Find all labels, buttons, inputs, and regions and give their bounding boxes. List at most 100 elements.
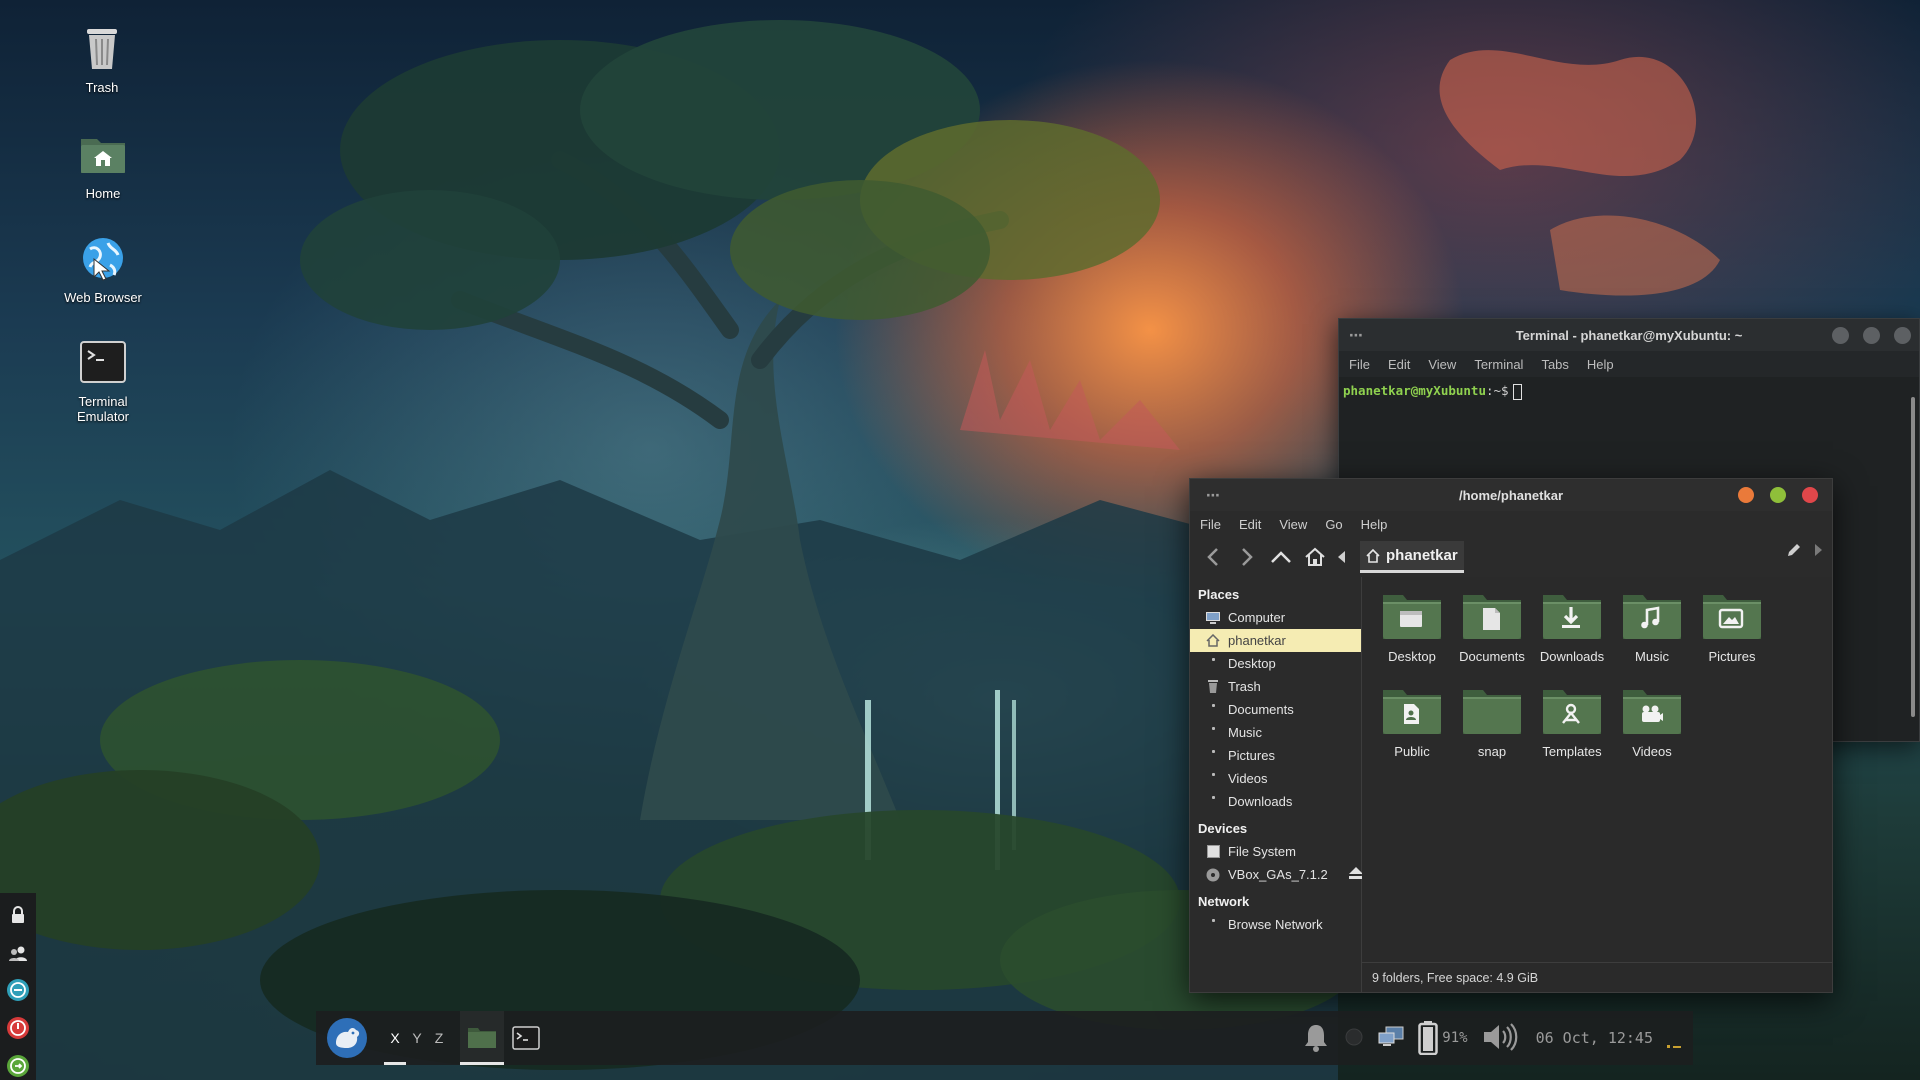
taskbar-panel: X Y Z 91% 06 Oct, 12:45 [316,1011,1693,1065]
lock-screen-button[interactable] [5,901,31,929]
menu-view[interactable]: View [1279,517,1307,532]
maximize-button[interactable] [1770,487,1786,503]
terminal-titlebar[interactable]: ⋯ Terminal - phanetkar@myXubuntu: ~ [1339,319,1919,351]
close-button[interactable] [1802,487,1818,503]
whisker-menu-button[interactable] [324,1015,370,1061]
desktop-icon-terminal[interactable]: Terminal Emulator [48,336,158,424]
menu-view[interactable]: View [1428,357,1456,372]
network-status-button[interactable] [1378,1026,1404,1051]
terminal-output[interactable]: phanetkar@myXubuntu:~$ [1339,377,1919,406]
folder-item-downloads[interactable]: Downloads [1532,591,1612,664]
menu-file[interactable]: File [1349,357,1370,372]
desktop-icon-trash[interactable]: Trash [47,22,157,95]
folder-item-pictures[interactable]: Pictures [1692,591,1772,664]
path-scroll-left-button[interactable] [1334,542,1350,572]
folder-icon [1623,595,1681,639]
sidebar-item-desktop[interactable]: Desktop [1190,652,1361,675]
terminal-prompt-suffix: :~$ [1486,383,1509,398]
sidebar-item-downloads[interactable]: Downloads [1190,790,1361,813]
folder-icon [1211,658,1215,661]
terminal-title: Terminal - phanetkar@myXubuntu: ~ [1515,327,1743,343]
terminal-scrollbar[interactable] [1909,383,1917,735]
folder-label: snap [1477,744,1507,759]
clock[interactable]: 06 Oct, 12:45 [1536,1029,1653,1047]
window-menu-icon[interactable]: ⋯ [1206,487,1220,504]
folder-item-videos[interactable]: Videos [1612,686,1692,759]
file-view[interactable]: Desktop Documents Downloads Music Pictures Pu… [1362,577,1832,992]
parent-folder-button[interactable] [1266,542,1296,572]
menu-terminal[interactable]: Terminal [1474,357,1523,372]
home-button[interactable] [1300,542,1330,572]
menu-edit[interactable]: Edit [1388,357,1410,372]
terminal-icon [512,1026,540,1050]
home-icon [1305,547,1325,566]
file-manager-window[interactable]: ⋯ /home/phanetkar File Edit View Go Help [1189,478,1833,993]
sidebar-item-label: Computer [1228,610,1286,625]
menu-file[interactable]: File [1200,517,1221,532]
sidebar-item-music[interactable]: Music [1190,721,1361,744]
workspace-3[interactable]: Z [428,1011,450,1065]
close-button[interactable] [1894,327,1911,344]
sidebar-item-videos[interactable]: Videos [1190,767,1361,790]
folder-icon [1211,750,1215,753]
folder-item-public[interactable]: Public [1372,686,1452,759]
path-button-home[interactable]: phanetkar [1360,541,1464,573]
status-indicator-icon[interactable] [1344,1027,1364,1050]
folder-icon [1383,690,1441,734]
menu-tabs[interactable]: Tabs [1541,357,1568,372]
logout-button[interactable] [5,1052,31,1080]
status-bar: 9 folders, Free space: 4.9 GiB [1362,962,1832,992]
menu-go[interactable]: Go [1325,517,1342,532]
optical-disc-icon [1206,868,1220,882]
desktop-icon-home[interactable]: Home [48,128,158,201]
terminal-prompt: phanetkar@myXubuntu [1343,383,1486,398]
volume-button[interactable] [1482,1022,1522,1055]
notifications-button[interactable] [1302,1022,1330,1055]
suspend-button[interactable] [5,977,31,1005]
taskbar-file-manager[interactable] [460,1011,504,1065]
menu-help[interactable]: Help [1361,517,1388,532]
folder-item-documents[interactable]: Documents [1452,591,1532,664]
edit-location-button[interactable] [1786,542,1802,561]
sidebar-item-documents[interactable]: Documents [1190,698,1361,721]
file-manager-sidebar: Places Computer phanetkar Desktop Trash … [1190,577,1363,992]
minimize-button[interactable] [1832,327,1849,344]
terminal-icon [77,336,129,388]
sidebar-item-trash[interactable]: Trash [1190,675,1361,698]
folder-item-desktop[interactable]: Desktop [1372,591,1452,664]
taskbar-terminal[interactable] [504,1011,548,1065]
file-manager-titlebar[interactable]: ⋯ /home/phanetkar [1190,479,1832,511]
maximize-button[interactable] [1863,327,1880,344]
sidebar-item-vbox-gas[interactable]: VBox_GAs_7.1.2 [1190,863,1363,886]
folder-icon [1383,595,1441,639]
forward-button[interactable] [1232,542,1262,572]
sidebar-item-browse-network[interactable]: Browse Network [1190,913,1361,936]
folder-item-snap[interactable]: snap [1452,686,1532,759]
desktop-icon-label: Trash [85,80,119,95]
file-manager-toolbar: phanetkar [1190,537,1832,577]
switch-user-button[interactable] [5,939,31,967]
workspace-2[interactable]: Y [406,1011,428,1065]
sidebar-item-computer[interactable]: Computer [1190,606,1361,629]
desktop-icon-label: Terminal Emulator [76,394,130,424]
sidebar-item-pictures[interactable]: Pictures [1190,744,1361,767]
folder-item-templates[interactable]: Templates [1532,686,1612,759]
pencil-icon [1788,544,1800,556]
path-scroll-right-button[interactable] [1814,544,1822,559]
window-menu-icon[interactable]: ⋯ [1349,327,1363,344]
caret-left-icon [1338,551,1345,563]
workspace-1[interactable]: X [384,1011,406,1065]
desktop-icon-web-browser[interactable]: Web Browser [48,232,158,305]
eject-icon[interactable] [1349,867,1363,882]
shutdown-button[interactable] [5,1014,31,1042]
folder-item-music[interactable]: Music [1612,591,1692,664]
battery-button[interactable]: 91% [1418,1021,1468,1055]
minimize-button[interactable] [1738,487,1754,503]
sidebar-item-home[interactable]: phanetkar [1190,629,1361,652]
sidebar-item-label: Trash [1228,679,1261,694]
menu-edit[interactable]: Edit [1239,517,1261,532]
sidebar-item-file-system[interactable]: File System [1190,840,1361,863]
menu-help[interactable]: Help [1587,357,1614,372]
caret-right-icon [1815,544,1822,556]
back-button[interactable] [1198,542,1228,572]
